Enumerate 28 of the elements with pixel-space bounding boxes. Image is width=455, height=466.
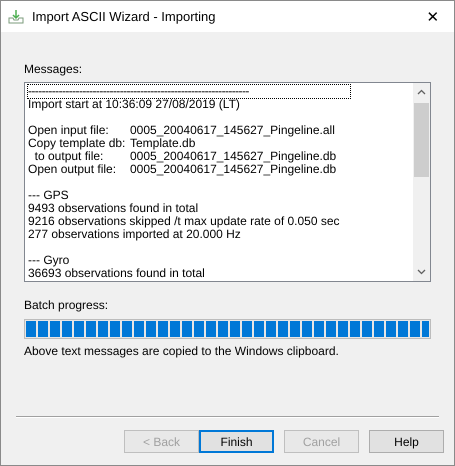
message-label: to output file:	[34, 150, 104, 163]
message-line: --- Gyro	[28, 254, 70, 267]
scroll-down-icon[interactable]	[417, 269, 426, 275]
download-tray-icon	[8, 8, 24, 24]
message-line: Import start at 10:36:09 27/08/2019 (LT)	[28, 98, 240, 111]
scrollbar-thumb[interactable]	[414, 103, 429, 177]
scrollbar[interactable]	[413, 83, 430, 281]
wizard-button[interactable]: Help	[369, 430, 444, 453]
window-title: Import ASCII Wizard - Importing	[32, 9, 216, 24]
message-value: 0005_20040617_145627_Pingeline.all	[130, 124, 335, 137]
message-line: 9216 observations skipped /t max update rate of 0.050 sec	[28, 215, 340, 228]
progress-label: Batch progress:	[24, 298, 110, 312]
scroll-up-icon[interactable]	[417, 89, 426, 95]
message-line: 277 observations imported at 20.000 Hz	[28, 228, 241, 241]
wizard-button[interactable]: Finish	[199, 430, 274, 453]
message-value: 0005_20040617_145627_Pingeline.db	[130, 163, 336, 176]
message-line: --- GPS	[28, 189, 69, 202]
message-label: Open output file:	[28, 163, 118, 176]
message-line: 36693 observations found in total	[28, 267, 205, 280]
clipboard-note: Above text messages are copied to the Windows clipboard.	[24, 344, 340, 358]
message-line: 9493 observations found in total	[28, 202, 198, 215]
message-value: Template.db	[130, 137, 196, 150]
close-button[interactable]: ✕	[418, 8, 448, 26]
message-label: Open input file:	[28, 124, 110, 137]
message-value: 0005_20040617_145627_Pingeline.db	[130, 150, 336, 163]
messages-label: Messages:	[24, 62, 84, 76]
message-line: -----------------------------------------------------------------	[28, 85, 350, 98]
message-label: Copy template db:	[28, 137, 126, 150]
